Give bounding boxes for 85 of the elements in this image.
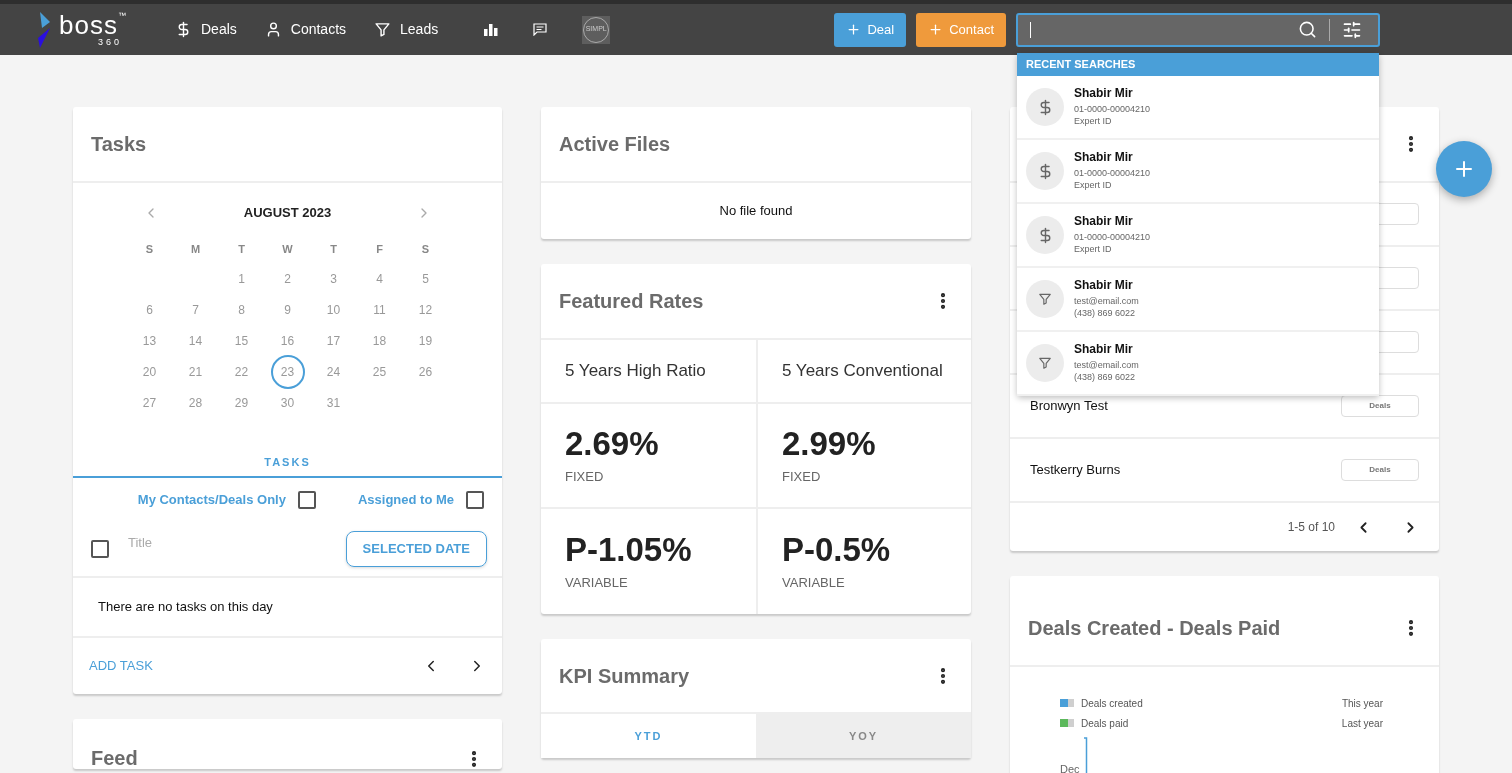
nav-link[interactable]: Contacts	[264, 19, 347, 40]
result-detail: 01-0000-00004210	[1074, 167, 1151, 179]
dropdown-title: RECENT SEARCHES	[1026, 57, 1136, 73]
rate-value: 2.69%	[565, 424, 660, 463]
trademark-mark: ™	[117, 12, 126, 20]
search-result[interactable]: Shabir Mir 01-0000-00004210 Expert ID	[1017, 76, 1379, 140]
selected-date-button[interactable]: SELECTED DATE	[345, 531, 487, 567]
funnel-icon	[1038, 356, 1052, 370]
message-icon[interactable]	[533, 23, 548, 36]
add-fab[interactable]	[1436, 141, 1492, 197]
plus-icon	[928, 22, 944, 37]
rate-value: 2.99%	[782, 424, 877, 463]
legend-label: Deals created	[1081, 696, 1143, 711]
card-title: Tasks	[91, 132, 147, 157]
result-detail: (438) 869 6022	[1074, 307, 1137, 319]
tab[interactable]: YTD	[541, 714, 756, 758]
rate-value: P-0.5%	[782, 530, 892, 569]
checkbox[interactable]	[466, 491, 484, 509]
axis-label: Dec	[1060, 761, 1081, 773]
result-detail: 01-0000-00004210	[1074, 231, 1151, 243]
add-button[interactable]: Deal	[834, 12, 907, 47]
result-detail: Expert ID	[1074, 243, 1113, 255]
nav-link[interactable]: Leads	[374, 19, 439, 40]
weekday-label: S	[421, 241, 430, 257]
add-button[interactable]: Contact	[916, 12, 1006, 47]
card-title: Featured Rates	[559, 289, 704, 314]
empty-message: No file found	[719, 202, 793, 221]
tab[interactable]: YOY	[756, 714, 971, 758]
rate-type: FIXED	[782, 467, 822, 486]
search-icon[interactable]	[1298, 20, 1317, 39]
result-detail: 01-0000-00004210	[1074, 103, 1151, 115]
tab[interactable]: TASKS	[73, 448, 502, 478]
result-detail: (438) 869 6022	[1074, 371, 1137, 383]
legend-label: Deals paid	[1081, 716, 1129, 731]
nav-link[interactable]: Deals	[175, 19, 237, 40]
legend-period: This year	[1341, 696, 1383, 711]
result-detail: test@email.com	[1074, 359, 1139, 371]
rate-column-title: 5 Years High Ratio	[565, 360, 706, 383]
tag-pill[interactable]: Deals	[1341, 395, 1419, 417]
rate-value: P-1.05%	[565, 530, 693, 569]
column-header: Title	[128, 534, 153, 553]
result-name: Shabir Mir	[1074, 87, 1134, 99]
search-field[interactable]	[1016, 12, 1380, 47]
pagination-label: 1-5 of 10	[1287, 519, 1335, 536]
weekday-label: F	[376, 241, 383, 257]
filter-label: My Contacts/Deals Only	[137, 491, 286, 510]
weekday-label: S	[145, 241, 154, 257]
logo-subtext: 360	[97, 38, 122, 47]
contact-name[interactable]: Bronwyn Test	[1030, 396, 1108, 416]
axis-line	[1084, 737, 1088, 773]
logo-text: boss	[59, 12, 118, 38]
bar-chart-icon[interactable]	[484, 23, 499, 36]
weekday-label: W	[282, 241, 293, 257]
rate-type: VARIABLE	[782, 573, 846, 592]
empty-message: There are no tasks on this day	[98, 598, 273, 617]
funnel-icon	[1038, 292, 1052, 306]
month-label: AUGUST 2023	[243, 204, 332, 223]
checkbox[interactable]	[91, 540, 109, 558]
weekday-label: T	[238, 241, 245, 257]
calendar-day[interactable]: 23	[270, 354, 305, 389]
weekday-label: M	[190, 241, 201, 257]
result-name: Shabir Mir	[1074, 215, 1134, 227]
rate-type: FIXED	[565, 467, 605, 486]
checkbox[interactable]	[297, 491, 316, 509]
weekday-label: T	[330, 241, 337, 257]
funnel-icon	[374, 21, 392, 38]
result-name: Shabir Mir	[1074, 343, 1134, 355]
result-detail: Expert ID	[1074, 179, 1113, 191]
result-detail: Expert ID	[1074, 115, 1113, 127]
contact-name[interactable]: Testkerry Burns	[1030, 460, 1121, 480]
filter-label: Assigned to Me	[357, 491, 454, 510]
card-title: Deals Created - Deals Paid	[1028, 616, 1281, 641]
tag-pill[interactable]: Deals	[1341, 459, 1419, 481]
result-name: Shabir Mir	[1074, 151, 1134, 163]
add-task-link[interactable]: ADD TASK	[89, 656, 153, 676]
card-title: KPI Summary	[559, 663, 690, 689]
plus-icon	[846, 22, 862, 37]
result-name: Shabir Mir	[1074, 279, 1134, 291]
card-title: Feed	[91, 747, 138, 769]
card-title: Active Files	[559, 132, 671, 157]
legend-period: Last year	[1341, 716, 1383, 731]
rate-column-title: 5 Years Conventional	[782, 360, 943, 383]
result-detail: test@email.com	[1074, 295, 1139, 307]
filter-settings-icon[interactable]	[1342, 19, 1362, 40]
rate-type: VARIABLE	[565, 573, 629, 592]
